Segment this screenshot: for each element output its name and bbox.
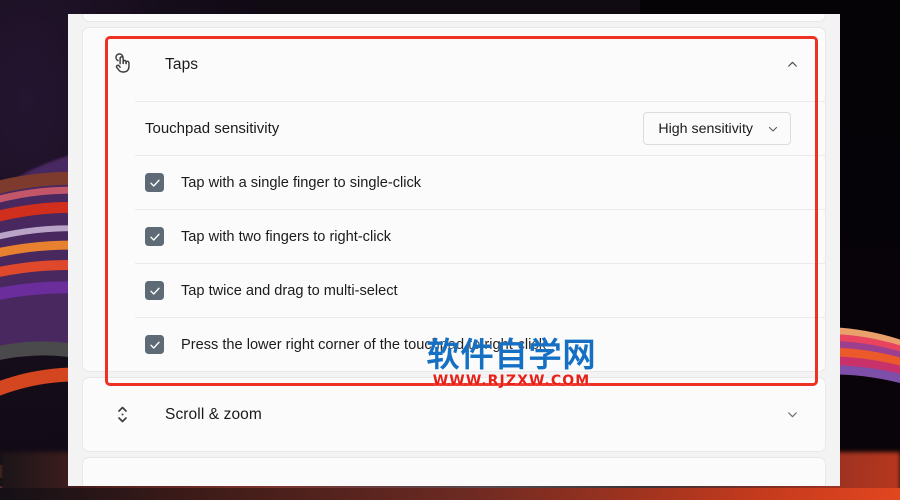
card-above-partial[interactable]	[82, 14, 826, 22]
touchpad-sensitivity-dropdown[interactable]: High sensitivity	[643, 112, 791, 145]
label-tap-two-fingers: Tap with two fingers to right-click	[181, 228, 392, 245]
section-header-scroll-zoom[interactable]: Scroll & zoom	[83, 378, 825, 451]
section-header-taps[interactable]: Taps	[83, 28, 825, 101]
checkbox-tap-twice-drag[interactable]	[145, 281, 164, 300]
row-tap-two-fingers[interactable]: Tap with two fingers to right-click	[135, 209, 825, 263]
scroll-zoom-icon	[105, 404, 139, 425]
label-press-lower-right-corner: Press the lower right corner of the touc…	[181, 336, 547, 353]
chevron-down-icon[interactable]	[777, 408, 807, 421]
label-tap-twice-drag: Tap twice and drag to multi-select	[181, 282, 398, 299]
dropdown-selected-value: High sensitivity	[658, 120, 753, 137]
settings-window: Taps Touchpad sensitivity High sensitivi…	[68, 14, 840, 486]
card-below-partial[interactable]	[82, 457, 826, 486]
label-touchpad-sensitivity: Touchpad sensitivity	[145, 120, 280, 137]
section-title-scroll-zoom: Scroll & zoom	[165, 405, 262, 423]
checkbox-tap-two-fingers[interactable]	[145, 227, 164, 246]
tap-gesture-icon	[105, 53, 139, 76]
row-press-lower-right-corner[interactable]: Press the lower right corner of the touc…	[135, 317, 825, 371]
row-tap-twice-drag[interactable]: Tap twice and drag to multi-select	[135, 263, 825, 317]
section-title-taps: Taps	[165, 55, 199, 73]
label-tap-single-finger: Tap with a single finger to single-click	[181, 174, 422, 191]
section-card-taps: Taps Touchpad sensitivity High sensitivi…	[82, 27, 826, 372]
wallpaper-bottom-edge	[0, 488, 900, 500]
row-touchpad-sensitivity: Touchpad sensitivity High sensitivity	[135, 101, 825, 155]
chevron-down-icon	[767, 123, 779, 135]
checkbox-press-lower-right-corner[interactable]	[145, 335, 164, 354]
chevron-up-icon[interactable]	[777, 58, 807, 71]
row-tap-single-finger[interactable]: Tap with a single finger to single-click	[135, 155, 825, 209]
checkbox-tap-single-finger[interactable]	[145, 173, 164, 192]
section-card-scroll-zoom: Scroll & zoom	[82, 377, 826, 452]
